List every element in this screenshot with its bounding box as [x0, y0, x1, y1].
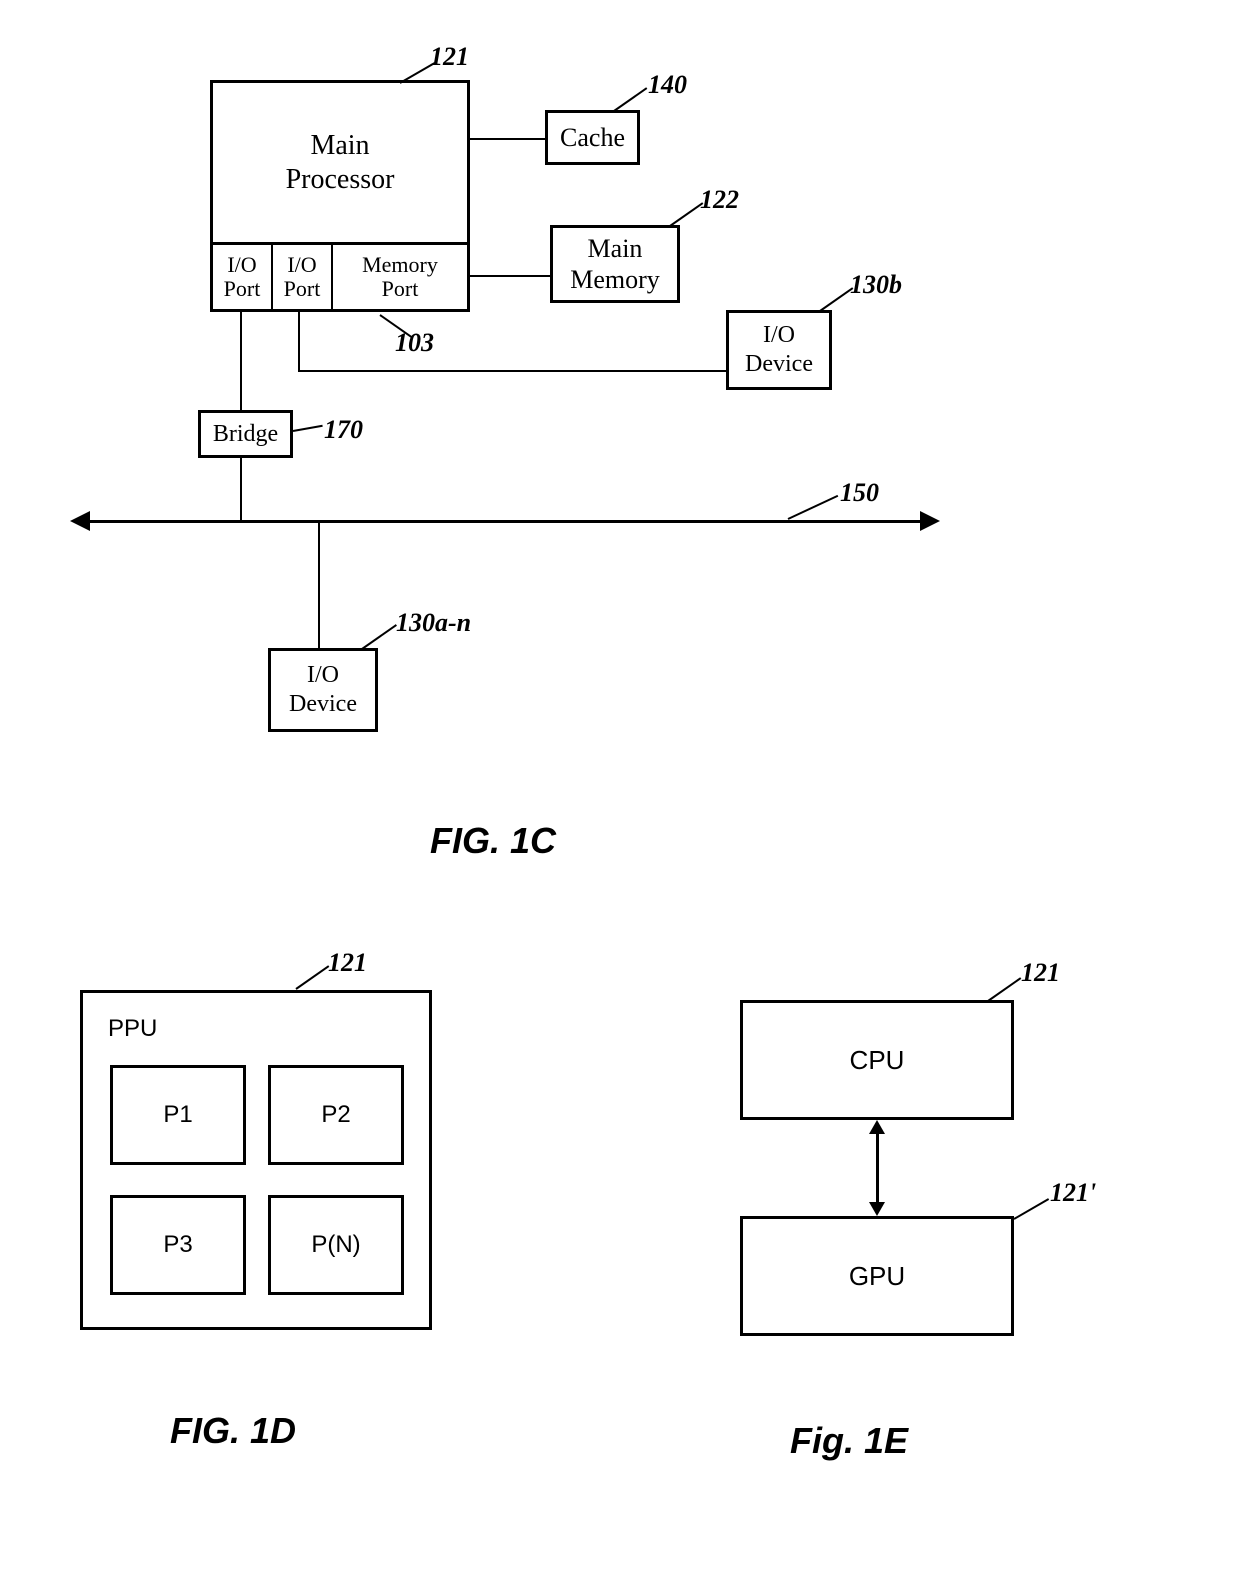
cpu-gpu-connector	[876, 1132, 879, 1204]
memory-connector	[470, 275, 550, 277]
label-130an: 130a-n	[396, 608, 471, 638]
cache-label: Cache	[560, 122, 625, 153]
label-130b: 130b	[850, 270, 902, 300]
label-103: 103	[395, 328, 434, 358]
ppu-title: PPU	[108, 1015, 157, 1043]
main-memory-box: Main Memory	[550, 225, 680, 303]
bridge-box: Bridge	[198, 410, 293, 458]
main-memory-label: Main Memory	[570, 233, 660, 295]
leader-122	[669, 202, 703, 227]
bridge-to-bus	[240, 458, 242, 520]
fig1c-title: FIG. 1C	[430, 820, 556, 862]
leader-170	[293, 425, 323, 432]
memory-port: Memory Port	[333, 245, 467, 309]
main-processor-label: Main Processor	[286, 129, 395, 196]
label-122: 122	[700, 185, 739, 215]
io-device-bottom-label: I/O Device	[289, 661, 357, 719]
label-121: 121	[430, 42, 469, 72]
ppu-p1: P1	[110, 1065, 246, 1165]
io2-right	[298, 370, 726, 372]
io-port-1: I/O Port	[213, 245, 273, 309]
leader-130b	[819, 287, 853, 312]
cpu-arrow-up	[869, 1120, 885, 1134]
leader-140	[613, 87, 647, 112]
leader-1e-121	[987, 977, 1021, 1002]
cache-connector	[470, 138, 545, 140]
io1-to-bridge	[240, 312, 242, 410]
bus-arrow-right	[920, 511, 940, 531]
bridge-label: Bridge	[213, 420, 278, 449]
cpu-label: CPU	[850, 1045, 905, 1076]
io-port-2: I/O Port	[273, 245, 333, 309]
io-device-right-label: I/O Device	[745, 321, 813, 379]
label-150: 150	[840, 478, 879, 508]
bus-to-iodev	[318, 520, 320, 648]
ppu-p2: P2	[268, 1065, 404, 1165]
leader-1e-121p	[1014, 1198, 1050, 1220]
label-1e-121p: 121'	[1050, 1178, 1096, 1208]
ppu-p3: P3	[110, 1195, 246, 1295]
label-1d-121: 121	[328, 948, 367, 978]
leader-130an	[361, 624, 397, 650]
ppu-pn: P(N)	[268, 1195, 404, 1295]
io-device-bottom: I/O Device	[268, 648, 378, 732]
cache-box: Cache	[545, 110, 640, 165]
fig1d-title: FIG. 1D	[170, 1410, 296, 1452]
leader-1d-121	[295, 965, 329, 990]
fig1e-title: Fig. 1E	[790, 1420, 908, 1462]
gpu-label: GPU	[849, 1261, 905, 1292]
io2-down	[298, 312, 300, 372]
main-processor-box: Main Processor	[210, 80, 470, 245]
leader-150	[788, 495, 839, 520]
port-row: I/O Port I/O Port Memory Port	[210, 242, 470, 312]
bus-arrow-left	[70, 511, 90, 531]
label-140: 140	[648, 70, 687, 100]
gpu-box: GPU	[740, 1216, 1014, 1336]
cpu-box: CPU	[740, 1000, 1014, 1120]
io-device-right: I/O Device	[726, 310, 832, 390]
label-1e-121: 121	[1021, 958, 1060, 988]
gpu-arrow-down	[869, 1202, 885, 1216]
label-170: 170	[324, 415, 363, 445]
bus-line	[90, 520, 920, 523]
